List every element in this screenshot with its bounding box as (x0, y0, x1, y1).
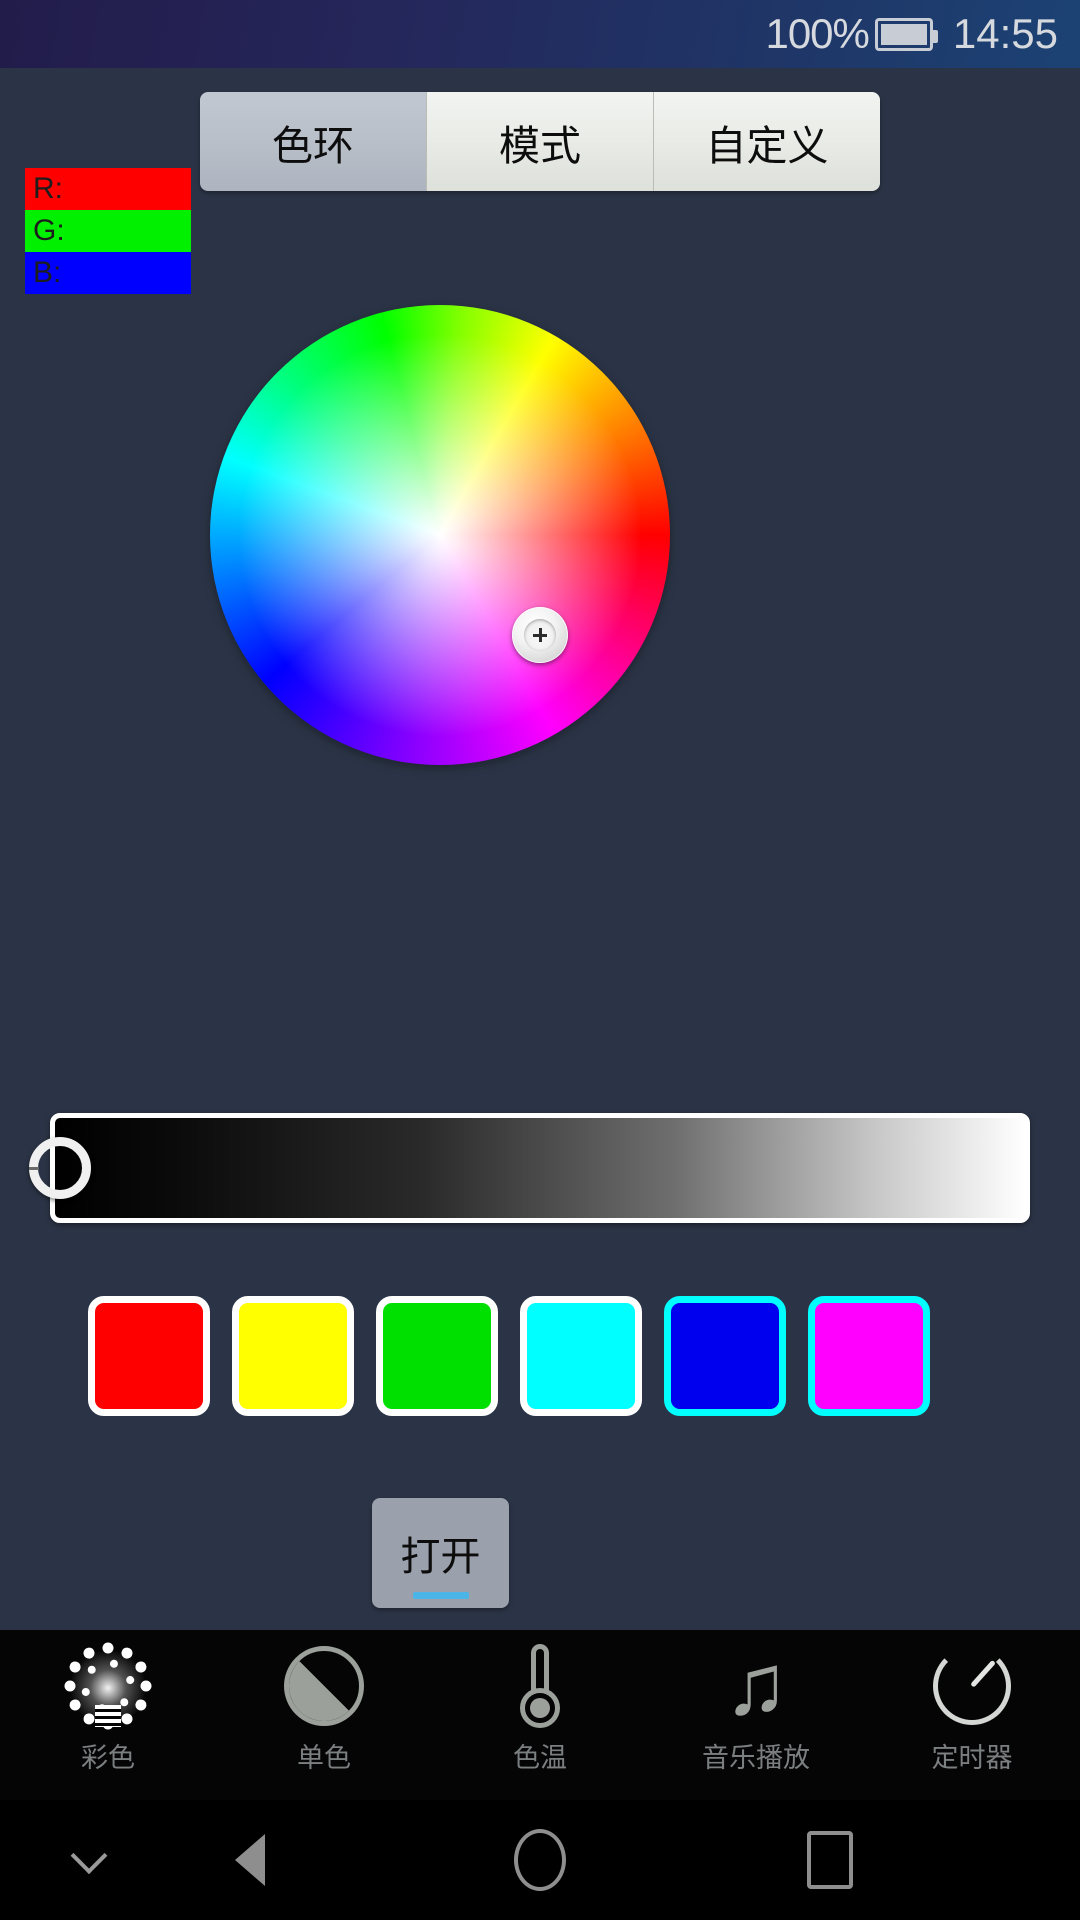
home-button[interactable] (485, 1800, 595, 1920)
rgb-row-red: R: (25, 168, 191, 210)
color-wheel-gradient[interactable] (210, 305, 670, 765)
nav-item-music-label: 音乐播放 (702, 1743, 810, 1773)
brightness-slider[interactable] (29, 1113, 1030, 1223)
thermometer-icon (516, 1644, 564, 1728)
tab-custom[interactable]: 自定义 (654, 92, 880, 191)
tab-mode[interactable]: 模式 (427, 92, 654, 191)
swatch-cyan[interactable] (520, 1296, 642, 1416)
power-toggle-label: 打开 (400, 1535, 481, 1579)
bottom-nav: 彩色 单色 色温 ♫ 音乐播放 定时器 (0, 1630, 1080, 1800)
swatch-magenta[interactable] (808, 1296, 930, 1416)
battery-full-icon (874, 17, 938, 51)
rgb-row-green: G: (25, 210, 191, 252)
square-recents-icon (807, 1831, 853, 1889)
nav-item-music[interactable]: ♫ 音乐播放 (648, 1630, 864, 1800)
android-system-bar (0, 1800, 1080, 1920)
triangle-back-icon (235, 1834, 265, 1886)
tab-color-wheel[interactable]: 色环 (200, 92, 427, 191)
back-button[interactable] (195, 1800, 305, 1920)
clock-label: 14:55 (952, 10, 1058, 57)
nav-item-color[interactable]: 彩色 (0, 1630, 216, 1800)
crosshair-icon (533, 628, 547, 642)
nav-item-timer-label: 定时器 (931, 1743, 1013, 1773)
hide-navbar-button[interactable] (44, 1800, 134, 1920)
nav-item-single-color-label: 单色 (297, 1743, 351, 1773)
status-bar: 100% 14:55 (0, 0, 1080, 68)
nav-item-color-temperature[interactable]: 色温 (432, 1630, 648, 1800)
color-preset-row (88, 1296, 1008, 1416)
swatch-green[interactable] (376, 1296, 498, 1416)
battery-percent-label: 100% (765, 10, 869, 57)
swatch-yellow[interactable] (232, 1296, 354, 1416)
music-note-icon: ♫ (723, 1637, 789, 1734)
color-wheel-marker[interactable] (512, 607, 568, 663)
brightness-slider-thumb[interactable] (29, 1137, 91, 1199)
color-wheel[interactable] (210, 305, 670, 765)
recents-button[interactable] (775, 1800, 885, 1920)
nav-item-single-color[interactable]: 单色 (216, 1630, 432, 1800)
swatch-blue[interactable] (664, 1296, 786, 1416)
power-toggle-button[interactable]: 打开 (372, 1498, 509, 1608)
nav-item-timer[interactable]: 定时器 (864, 1630, 1080, 1800)
half-circle-icon (284, 1644, 364, 1728)
rgb-readout: R: G: B: (25, 168, 191, 294)
rgb-row-blue: B: (25, 252, 191, 294)
swatch-red[interactable] (88, 1296, 210, 1416)
chevron-down-icon (70, 1837, 108, 1875)
app-root: 100% 14:55 色环 模式 自定义 R: G: B: 打开 彩色 单色 色… (0, 0, 1080, 1920)
lightbulb-icon (53, 1642, 163, 1730)
tab-bar: 色环 模式 自定义 (200, 92, 880, 191)
circle-home-icon (514, 1829, 566, 1891)
power-toggle-indicator (412, 1592, 469, 1599)
timer-icon (933, 1644, 1011, 1728)
nav-item-color-label: 彩色 (81, 1743, 135, 1773)
nav-item-color-temperature-label: 色温 (513, 1743, 567, 1773)
